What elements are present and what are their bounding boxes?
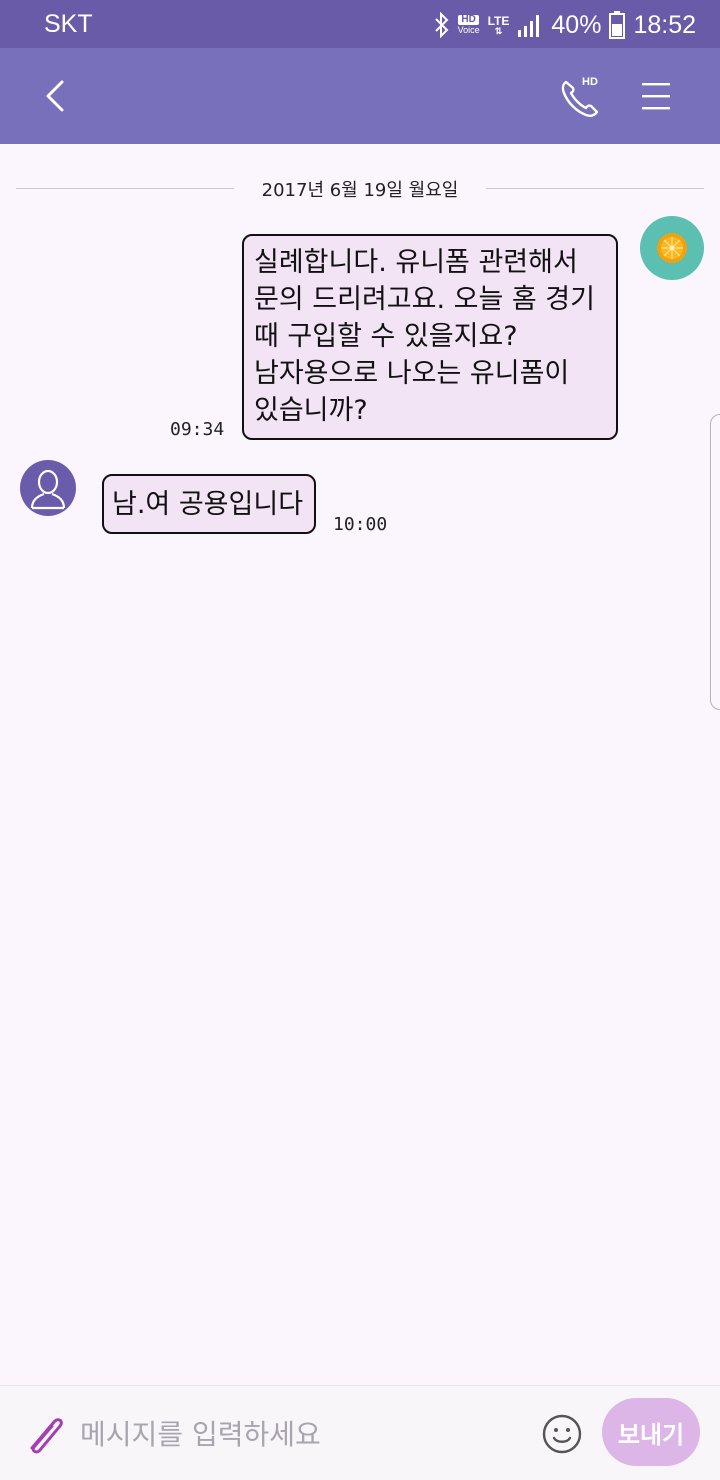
hd-call-badge: HD <box>582 76 598 88</box>
message-input[interactable] <box>80 1412 500 1456</box>
carrier-name: SKT <box>44 10 93 38</box>
status-bar: SKT HD Voice LTE ⇅ 40% 18:52 <box>0 0 720 48</box>
message-timestamp: 09:34 <box>170 419 225 440</box>
battery-icon <box>609 11 626 39</box>
menu-button[interactable] <box>630 70 682 122</box>
contact-avatar[interactable] <box>20 460 76 516</box>
person-icon <box>30 469 66 510</box>
incoming-message-bubble[interactable]: 남.여 공용입니다 <box>102 474 316 534</box>
hd-voice-indicator: HD Voice <box>457 15 480 36</box>
attach-button[interactable] <box>22 1408 68 1458</box>
date-separator: 2017년 6월 19일 월요일 <box>16 176 704 204</box>
hd-voice-voice-label: Voice <box>457 25 480 35</box>
message-line: 있습니까? <box>254 395 368 426</box>
status-clock: 18:52 <box>633 10 696 39</box>
outgoing-message-bubble[interactable]: 실례합니다. 유니폼 관련해서 문의 드리려고요. 오늘 홈 경기 때 구입할 … <box>242 234 618 440</box>
signal-strength-icon <box>518 15 540 37</box>
back-button[interactable] <box>30 70 82 122</box>
date-label: 2017년 6월 19일 월요일 <box>261 180 459 201</box>
edge-panel-handle[interactable] <box>710 414 720 710</box>
lte-label: LTE <box>487 13 510 28</box>
my-avatar[interactable] <box>640 216 704 280</box>
send-button[interactable]: 보내기 <box>602 1398 700 1466</box>
hd-call-icon <box>561 80 599 117</box>
message-line: 실례합니다. 유니폼 관련해서 <box>254 247 578 278</box>
hd-voice-hd-label: HD <box>458 15 479 25</box>
menu-icon <box>642 83 670 110</box>
message-line: 때 구입할 수 있을지요? <box>254 321 518 352</box>
emoji-button[interactable] <box>540 1412 584 1456</box>
battery-percent: 40% <box>551 10 602 39</box>
status-icons: HD Voice LTE ⇅ 40% 18:52 <box>434 8 696 42</box>
message-line: 남자용으로 나오는 유니폼이 <box>254 358 570 389</box>
orange-slice-icon <box>657 233 687 263</box>
message-line: 문의 드리려고요. 오늘 홈 경기 <box>254 284 595 315</box>
smiley-icon <box>542 1414 582 1454</box>
message-line: 남.여 공용입니다 <box>112 489 304 520</box>
bluetooth-icon <box>434 12 448 38</box>
app-bar: HD <box>0 48 720 144</box>
back-arrow-icon <box>46 80 64 112</box>
message-timestamp: 10:00 <box>333 514 388 535</box>
data-arrows-icon: ⇅ <box>494 25 503 36</box>
divider <box>486 188 704 189</box>
message-composer: 보내기 <box>0 1385 720 1480</box>
paperclip-icon <box>30 1418 63 1454</box>
lte-indicator: LTE ⇅ <box>488 15 510 36</box>
hd-call-button[interactable]: HD <box>554 70 606 122</box>
